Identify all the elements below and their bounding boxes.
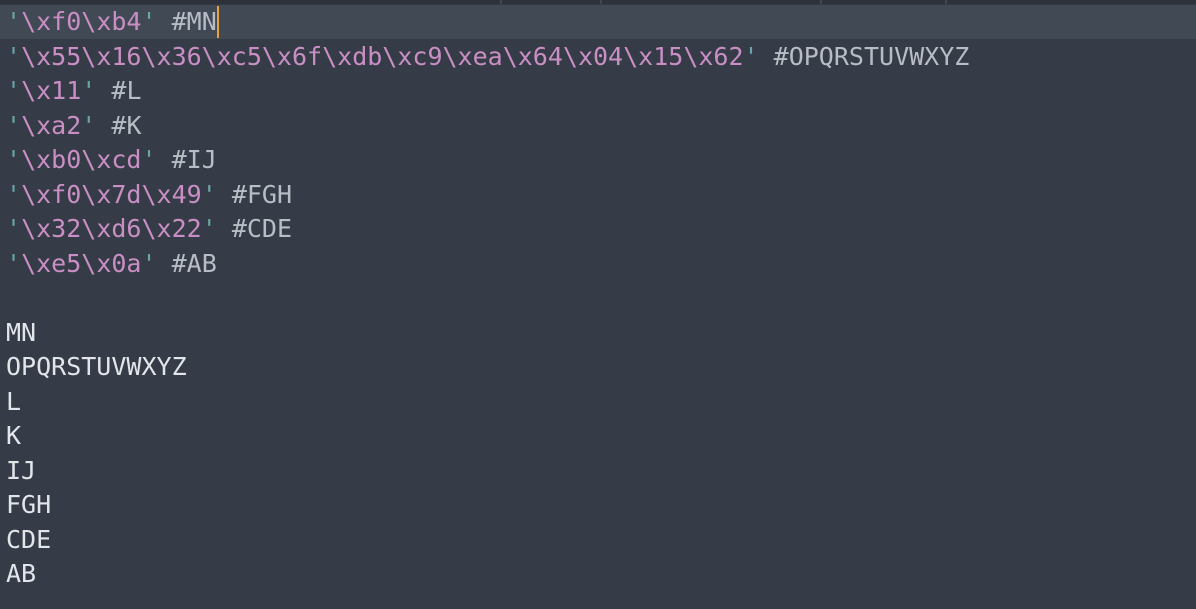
output-line-6[interactable]: FGH xyxy=(0,488,1196,522)
code-line-7[interactable]: '\x32\xd6\x22' #CDE xyxy=(0,212,1196,246)
output-line-4[interactable]: K xyxy=(0,419,1196,453)
quote-open: ' xyxy=(6,42,22,71)
line-comment: #IJ xyxy=(171,145,217,174)
quote-open: ' xyxy=(6,7,22,36)
line-comment: #FGH xyxy=(231,180,293,209)
output-line-2[interactable]: OPQRSTUVWXYZ xyxy=(0,350,1196,384)
code-line-4[interactable]: '\xa2' #K xyxy=(0,109,1196,143)
output-line-3[interactable]: L xyxy=(0,385,1196,419)
quote-open: ' xyxy=(6,76,22,105)
quote-close: ' xyxy=(141,145,157,174)
code-line-5[interactable]: '\xb0\xcd' #IJ xyxy=(0,143,1196,177)
byte-string: \x55\x16\x36\xc5\x6f\xdb\xc9\xea\x64\x04… xyxy=(21,42,744,71)
quote-close: ' xyxy=(81,111,97,140)
code-line-3[interactable]: '\x11' #L xyxy=(0,74,1196,108)
code-line-1[interactable]: '\xf0\xb4' #MN xyxy=(0,5,1196,39)
quote-close: ' xyxy=(141,7,157,36)
byte-string: \xe5\x0a xyxy=(21,249,142,278)
quote-open: ' xyxy=(6,111,22,140)
output-line-5[interactable]: IJ xyxy=(0,454,1196,488)
quote-close: ' xyxy=(81,76,97,105)
quote-close: ' xyxy=(141,249,157,278)
quote-open: ' xyxy=(6,145,22,174)
line-comment: #CDE xyxy=(231,214,293,243)
output-line-7[interactable]: CDE xyxy=(0,523,1196,557)
quote-close: ' xyxy=(743,42,759,71)
line-comment: #OPQRSTUVWXYZ xyxy=(773,42,970,71)
quote-open: ' xyxy=(6,249,22,278)
code-line-2[interactable]: '\x55\x16\x36\xc5\x6f\xdb\xc9\xea\x64\x0… xyxy=(0,40,1196,74)
byte-string: \xb0\xcd xyxy=(21,145,142,174)
quote-close: ' xyxy=(201,214,217,243)
quote-open: ' xyxy=(6,214,22,243)
code-line-8[interactable]: '\xe5\x0a' #AB xyxy=(0,247,1196,281)
byte-string: \x32\xd6\x22 xyxy=(21,214,202,243)
editor-top-border xyxy=(0,0,1196,4)
text-cursor xyxy=(216,6,219,38)
byte-string: \x11 xyxy=(21,76,82,105)
line-comment: #MN xyxy=(171,7,217,36)
output-line-1[interactable]: MN xyxy=(0,316,1196,350)
code-line-6[interactable]: '\xf0\x7d\x49' #FGH xyxy=(0,178,1196,212)
line-comment: #AB xyxy=(171,249,217,278)
line-comment: #L xyxy=(111,76,142,105)
quote-close: ' xyxy=(201,180,217,209)
byte-string: \xa2 xyxy=(21,111,82,140)
text-editor[interactable]: '\xf0\xb4' #MN '\x55\x16\x36\xc5\x6f\xdb… xyxy=(0,0,1196,609)
quote-open: ' xyxy=(6,180,22,209)
line-comment: #K xyxy=(111,111,142,140)
byte-string: \xf0\x7d\x49 xyxy=(21,180,202,209)
output-line-8[interactable]: AB xyxy=(0,557,1196,591)
byte-string: \xf0\xb4 xyxy=(21,7,142,36)
